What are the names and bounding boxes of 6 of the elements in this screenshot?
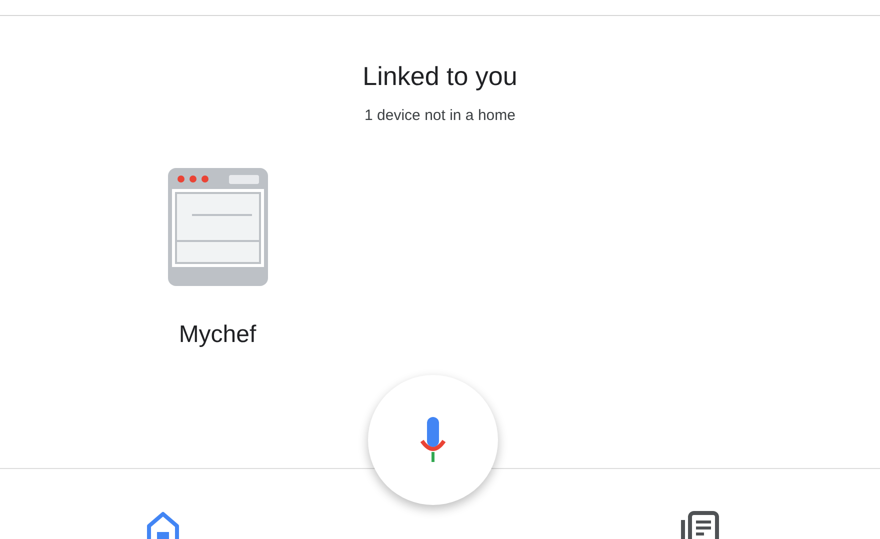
microphone-icon <box>420 415 446 465</box>
section-title: Linked to you <box>362 60 518 92</box>
device-name: Mychef <box>178 320 256 350</box>
section-subtitle: 1 device not in a home <box>364 106 516 126</box>
oven-icon[interactable] <box>166 167 268 287</box>
home-icon <box>145 510 181 539</box>
